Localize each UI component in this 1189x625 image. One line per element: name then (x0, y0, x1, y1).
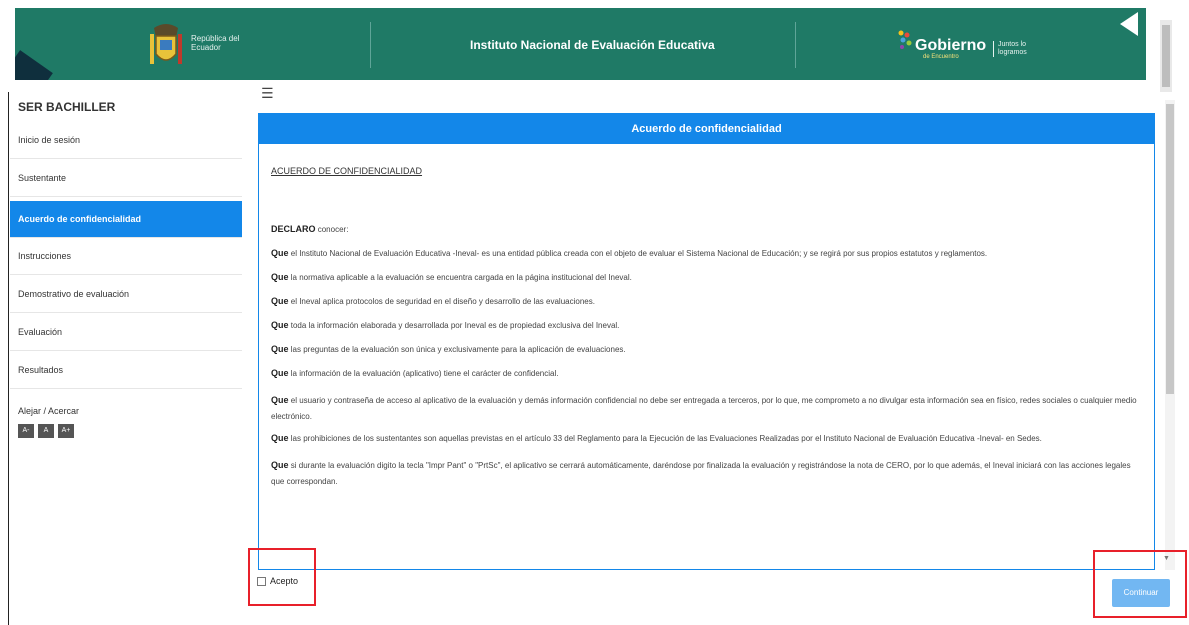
highlight-box-accept (248, 548, 316, 606)
sidebar-item-evaluacion[interactable]: Evaluación (10, 314, 242, 351)
zoom-in-button[interactable]: A+ (58, 424, 74, 438)
gobierno-dots-icon (898, 30, 912, 49)
content-scrollbar-thumb[interactable] (1166, 104, 1174, 394)
gobierno-slogan: Juntos lo logramos (993, 41, 1053, 57)
header-divider (370, 22, 371, 68)
gobierno-logo: Gobierno de Encuentro Juntos lo logramos (893, 23, 1053, 69)
sidebar-item-sustentante[interactable]: Sustentante (10, 160, 242, 197)
clause-item: Que el usuario y contraseña de acceso al… (271, 395, 1137, 421)
zoom-reset-button[interactable]: A (38, 424, 54, 438)
clause-item: Que el Ineval aplica protocolos de segur… (271, 296, 595, 306)
sidebar-item-acuerdo[interactable]: Acuerdo de confidencialidad (10, 201, 242, 238)
app-header: República del Ecuador Instituto Nacional… (15, 8, 1146, 80)
window-scrollbar-thumb[interactable] (1162, 25, 1170, 87)
document-title: ACUERDO DE CONFIDENCIALIDAD (271, 166, 423, 176)
clause-item: Que la información de la evaluación (apl… (271, 368, 559, 378)
coat-of-arms-icon (150, 24, 182, 64)
clause-item: Que las prohibiciones de los sustentante… (271, 433, 1042, 443)
agreement-text: ACUERDO DE CONFIDENCIALIDAD DECLARO cono… (271, 166, 1144, 498)
clause-item: Que el Instituto Nacional de Evaluación … (271, 248, 988, 258)
window-border (8, 92, 9, 625)
collapse-arrow-icon[interactable] (1120, 12, 1138, 36)
zoom-label: Alejar / Acercar (18, 406, 80, 416)
highlight-box-continue (1093, 550, 1187, 618)
institute-title: Instituto Nacional de Evaluación Educati… (470, 38, 715, 52)
clause-item: Que si durante la evaluación digito la t… (271, 460, 1131, 486)
sidebar-item-resultados[interactable]: Resultados (10, 352, 242, 389)
zoom-out-button[interactable]: A- (18, 424, 34, 438)
header-divider (795, 22, 796, 68)
hamburger-menu-icon[interactable]: ☰ (261, 85, 274, 102)
gobierno-sub: de Encuentro (923, 54, 959, 60)
panel-title: Acuerdo de confidencialidad (259, 114, 1154, 144)
header-decoration (15, 50, 53, 80)
sidebar-item-instrucciones[interactable]: Instrucciones (10, 238, 242, 275)
clause-item: Que toda la información elaborada y desa… (271, 320, 620, 330)
declaro-line: DECLARO conocer: (271, 224, 349, 234)
sidebar-item-inicio-de-sesion[interactable]: Inicio de sesión (10, 122, 242, 159)
zoom-controls: A- A A+ (18, 424, 74, 438)
sidebar-title: SER BACHILLER (18, 100, 116, 114)
sidebar-item-demostrativo[interactable]: Demostrativo de evaluación (10, 276, 242, 313)
gobierno-word: Gobierno (915, 37, 987, 54)
sidebar: SER BACHILLER Inicio de sesión Sustentan… (10, 92, 250, 625)
republic-label: República del Ecuador (191, 34, 240, 52)
clause-item: Que las preguntas de la evaluación son ú… (271, 344, 626, 354)
clause-item: Que la normativa aplicable a la evaluaci… (271, 272, 632, 282)
confidentiality-panel: Acuerdo de confidencialidad ACUERDO DE C… (258, 113, 1155, 570)
